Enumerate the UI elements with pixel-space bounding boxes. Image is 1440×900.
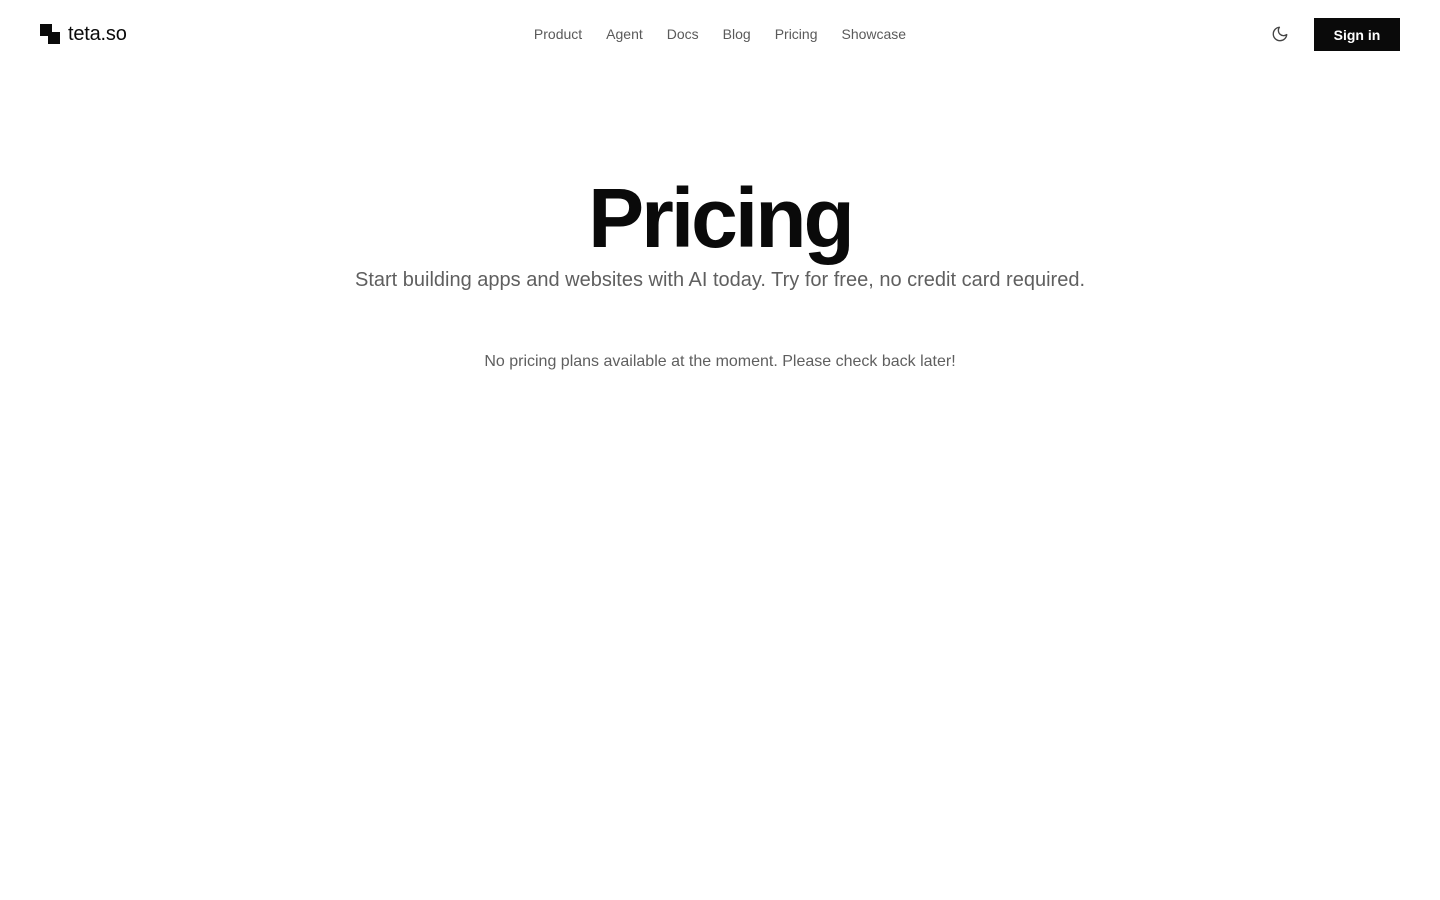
hero-section: Pricing Start building apps and websites… — [0, 170, 1440, 294]
theme-toggle-button[interactable] — [1266, 20, 1294, 48]
nav-item-agent[interactable]: Agent — [606, 24, 643, 44]
nav-item-product[interactable]: Product — [534, 24, 582, 44]
nav-item-showcase[interactable]: Showcase — [841, 24, 906, 44]
moon-icon — [1272, 26, 1288, 42]
nav-item-blog[interactable]: Blog — [723, 24, 751, 44]
main-nav: Product Agent Docs Blog Pricing Showcase — [0, 24, 1440, 44]
site-header: teta.so Product Agent Docs Blog Pricing … — [0, 0, 1440, 68]
logo-text: teta.so — [68, 22, 127, 45]
page-subtitle: Start building apps and websites with AI… — [354, 269, 1085, 291]
teta-logo-icon — [40, 24, 60, 44]
nav-item-docs[interactable]: Docs — [667, 24, 699, 44]
logo-link[interactable]: teta.so — [40, 22, 127, 46]
sign-in-button[interactable]: Sign in — [1314, 18, 1400, 51]
empty-pricing-message: No pricing plans available at the moment… — [484, 353, 956, 370]
page-title: Pricing — [588, 171, 855, 265]
nav-item-pricing[interactable]: Pricing — [775, 24, 818, 44]
